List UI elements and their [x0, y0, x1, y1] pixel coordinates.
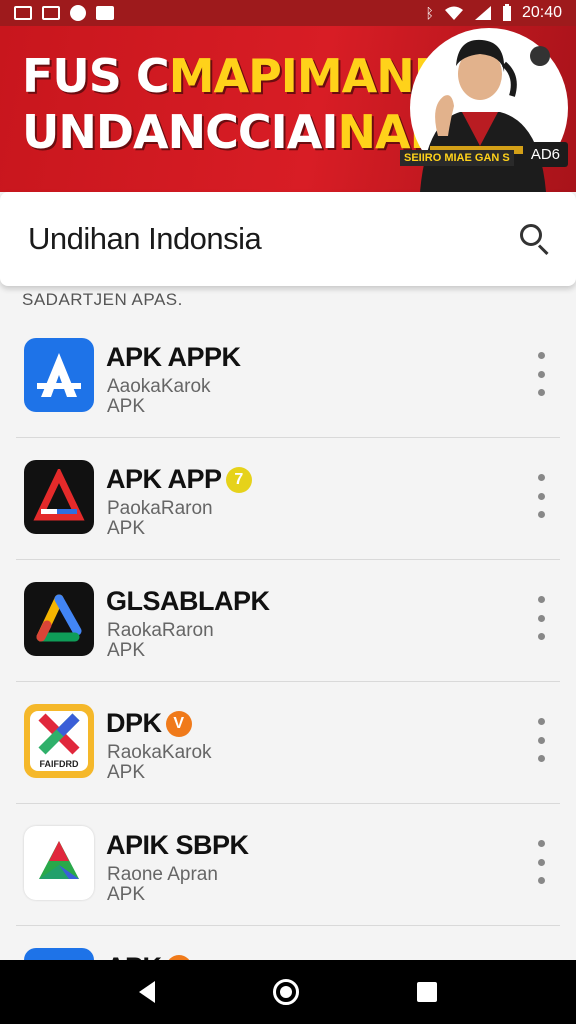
list-item[interactable]: APIK SBPK Raone Apran APK [0, 804, 576, 926]
list-item[interactable]: GLSABLAPK RaokaRaron APK [0, 560, 576, 682]
app-subtitle: RaokaRaron [107, 620, 214, 641]
app-name: GLSABLAPK [106, 586, 270, 616]
banner-person-image [420, 39, 550, 192]
app-list: APK APPK AaokaKarok APK APK APP 7 PaokaRa… [0, 316, 576, 1024]
navigation-bar [0, 960, 576, 1024]
app-type: APK [107, 396, 146, 417]
more-options-icon[interactable] [536, 596, 546, 640]
app-subtitle: PaokaRaron [107, 498, 213, 519]
gallery-icon [14, 6, 32, 20]
app-badge: 7 [225, 466, 252, 493]
app-name: APK APP 7 [106, 464, 252, 495]
list-item[interactable]: APK APPK AaokaKarok APK [0, 316, 576, 438]
app-subtitle: RaokaKarok [107, 742, 212, 763]
status-bar: ᛒ 20:40 [0, 0, 576, 26]
banner-headline: FUS CMAPIMANN UNDANCCIAINAM [22, 48, 455, 160]
signal-icon [474, 6, 491, 20]
app-subtitle: Raone Apran [107, 864, 218, 885]
image-icon [42, 6, 60, 20]
more-options-icon[interactable] [536, 840, 546, 884]
ads-badge[interactable]: AD6 [522, 142, 568, 167]
status-right-icons: ᛒ 20:40 [426, 4, 562, 22]
app-type: APK [107, 640, 146, 661]
app-name: DPK V [106, 708, 192, 739]
app-name: APIK SBPK [106, 830, 249, 860]
section-label: SADARTJEN APAS. [22, 290, 183, 309]
app-store-a-icon [24, 338, 94, 412]
red-a-triangle-icon [24, 460, 94, 534]
bluetooth-icon: ᛒ [425, 5, 434, 21]
app-name: APK APPK [106, 342, 241, 372]
banner-line2-white: UNDANCCIAI [22, 105, 338, 159]
more-options-icon[interactable] [536, 352, 546, 396]
notification-icon [96, 6, 114, 20]
search-header: Undihan Indonsia [0, 192, 576, 286]
list-item[interactable]: FAIFDRD DPK V RaokaKarok APK [0, 682, 576, 804]
battery-icon [502, 4, 511, 21]
app-subtitle: AaokaKarok [107, 376, 211, 397]
app-type: APK [107, 518, 146, 539]
google-triangle-icon [24, 582, 94, 656]
more-options-icon[interactable] [536, 474, 546, 518]
banner-line1-white: FUS C [22, 49, 170, 103]
app-type: APK [107, 884, 146, 905]
app-type: APK [107, 762, 146, 783]
home-icon[interactable] [273, 979, 299, 1005]
more-options-icon[interactable] [536, 718, 546, 762]
banner-strip-text: SEIIRO MIAE GAN S [400, 150, 514, 166]
app-badge: V [165, 710, 192, 737]
app-icon-caption: FAIFDRD [39, 759, 79, 769]
x-logo-icon: FAIFDRD [24, 704, 94, 778]
list-item[interactable]: APK APP 7 PaokaRaron APK [0, 438, 576, 560]
banner-ad[interactable]: FUS CMAPIMANN UNDANCCIAINAM SEIIRO MIAE … [0, 26, 576, 192]
back-icon[interactable] [139, 981, 155, 1003]
wifi-icon [444, 6, 463, 20]
search-icon[interactable] [518, 222, 552, 256]
recent-apps-icon[interactable] [417, 982, 437, 1002]
messenger-icon [70, 5, 86, 21]
status-time: 20:40 [521, 4, 562, 21]
page-title: Undihan Indonsia [28, 221, 262, 256]
green-triangle-icon [24, 826, 94, 900]
status-left-icons [14, 5, 114, 21]
